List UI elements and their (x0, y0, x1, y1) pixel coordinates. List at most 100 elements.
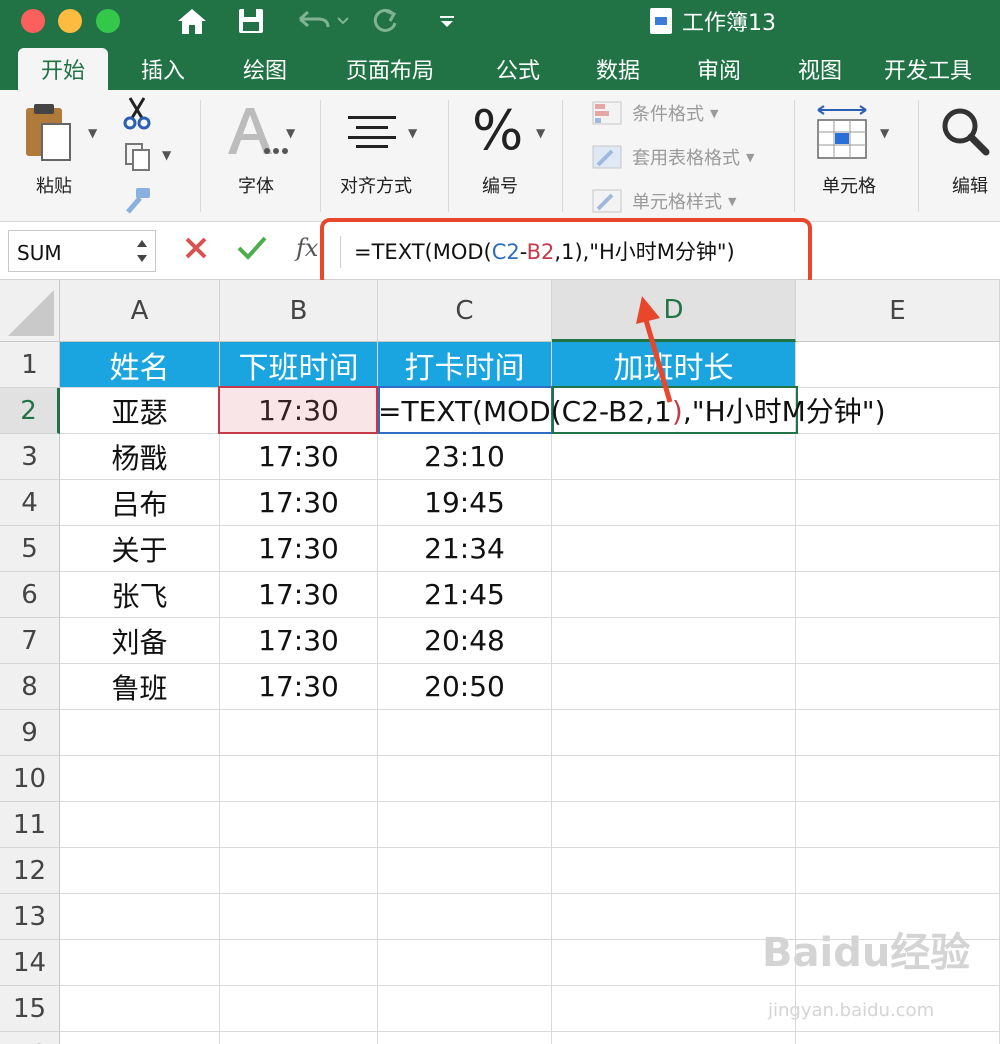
name-box[interactable]: SUM (8, 230, 156, 272)
cell-b13[interactable] (220, 894, 378, 940)
cell-c1[interactable]: 打卡时间 (378, 342, 552, 388)
confirm-formula-icon[interactable] (236, 234, 268, 266)
cell-d6[interactable] (552, 572, 796, 618)
row-header-5[interactable]: 5 (0, 526, 60, 572)
cell-e1[interactable] (796, 342, 1000, 388)
cell-c13[interactable] (378, 894, 552, 940)
tab-formulas[interactable]: 公式 (476, 48, 560, 90)
font-dropdown-icon[interactable]: ▼ (286, 126, 295, 140)
row-header-2[interactable]: 2 (0, 388, 60, 434)
cell-b11[interactable] (220, 802, 378, 848)
cell-d11[interactable] (552, 802, 796, 848)
cell-a3[interactable]: 杨戬 (60, 434, 220, 480)
cut-icon[interactable] (122, 96, 152, 134)
row-header-4[interactable]: 4 (0, 480, 60, 526)
cell-d16[interactable] (552, 1032, 796, 1044)
cell-a8[interactable]: 鲁班 (60, 664, 220, 710)
minimize-window-button[interactable] (58, 9, 82, 33)
cell-e8[interactable] (796, 664, 1000, 710)
name-box-stepper-icon[interactable] (135, 237, 149, 265)
cell-d12[interactable] (552, 848, 796, 894)
row-header-7[interactable]: 7 (0, 618, 60, 664)
more-icon[interactable] (434, 4, 460, 38)
row-header-10[interactable]: 10 (0, 756, 60, 802)
cell-c5[interactable]: 21:34 (378, 526, 552, 572)
format-painter-icon[interactable] (124, 186, 154, 218)
cell-b8[interactable]: 17:30 (220, 664, 378, 710)
conditional-format-button[interactable]: 条件格式 ▼ (592, 100, 718, 126)
cell-e4[interactable] (796, 480, 1000, 526)
cell-d15[interactable] (552, 986, 796, 1032)
maximize-window-button[interactable] (96, 9, 120, 33)
cell-e7[interactable] (796, 618, 1000, 664)
row-header-14[interactable]: 14 (0, 940, 60, 986)
cell-c14[interactable] (378, 940, 552, 986)
row-header-9[interactable]: 9 (0, 710, 60, 756)
edit-button-label[interactable]: 编辑 (952, 172, 988, 198)
close-window-button[interactable] (21, 9, 45, 33)
cell-b16[interactable] (220, 1032, 378, 1044)
cell-c9[interactable] (378, 710, 552, 756)
cell-a5[interactable]: 关于 (60, 526, 220, 572)
cell-b1[interactable]: 下班时间 (220, 342, 378, 388)
row-header-13[interactable]: 13 (0, 894, 60, 940)
copy-icon[interactable] (124, 142, 152, 176)
cell-a15[interactable] (60, 986, 220, 1032)
cell-b12[interactable] (220, 848, 378, 894)
cell-b5[interactable]: 17:30 (220, 526, 378, 572)
save-icon[interactable] (232, 4, 270, 38)
font-button-label[interactable]: 字体 (238, 172, 274, 198)
percent-icon[interactable]: % (472, 104, 523, 158)
cell-e5[interactable] (796, 526, 1000, 572)
cell-d3[interactable] (552, 434, 796, 480)
cell-a9[interactable] (60, 710, 220, 756)
cell-d13[interactable] (552, 894, 796, 940)
cell-b15[interactable] (220, 986, 378, 1032)
cell-e9[interactable] (796, 710, 1000, 756)
cell-c8[interactable]: 20:50 (378, 664, 552, 710)
cell-a1[interactable]: 姓名 (60, 342, 220, 388)
cell-e11[interactable] (796, 802, 1000, 848)
cell-e10[interactable] (796, 756, 1000, 802)
cell-e16[interactable] (796, 1032, 1000, 1044)
cell-d8[interactable] (552, 664, 796, 710)
cell-e12[interactable] (796, 848, 1000, 894)
insert-function-icon[interactable]: fx (296, 234, 318, 262)
cell-d14[interactable] (552, 940, 796, 986)
tab-page-layout[interactable]: 页面布局 (330, 48, 450, 90)
paste-button-label[interactable]: 粘贴 (36, 172, 72, 198)
row-header-11[interactable]: 11 (0, 802, 60, 848)
redo-icon[interactable] (366, 4, 406, 38)
cell-c10[interactable] (378, 756, 552, 802)
tab-review[interactable]: 审阅 (676, 48, 762, 90)
column-header-c[interactable]: C (378, 280, 552, 342)
row-header-8[interactable]: 8 (0, 664, 60, 710)
cell-a13[interactable] (60, 894, 220, 940)
alignment-button-label[interactable]: 对齐方式 (340, 172, 412, 198)
column-header-b[interactable]: B (220, 280, 378, 342)
cell-b4[interactable]: 17:30 (220, 480, 378, 526)
row-header-1[interactable]: 1 (0, 342, 60, 388)
cell-b9[interactable] (220, 710, 378, 756)
cell-b10[interactable] (220, 756, 378, 802)
tab-developer[interactable]: 开发工具 (884, 48, 1000, 90)
cell-style-button[interactable]: 单元格样式 ▼ (592, 188, 736, 214)
paste-icon[interactable] (22, 102, 74, 168)
cell-c4[interactable]: 19:45 (378, 480, 552, 526)
row-header-3[interactable]: 3 (0, 434, 60, 480)
cell-a6[interactable]: 张飞 (60, 572, 220, 618)
cell-a4[interactable]: 吕布 (60, 480, 220, 526)
cell-a16[interactable] (60, 1032, 220, 1044)
home-icon[interactable] (172, 4, 212, 38)
cell-c16[interactable] (378, 1032, 552, 1044)
cell-d9[interactable] (552, 710, 796, 756)
cell-e6[interactable] (796, 572, 1000, 618)
cell-a2[interactable]: 亚瑟 (60, 388, 220, 434)
paste-dropdown-icon[interactable]: ▼ (88, 126, 97, 140)
row-header-12[interactable]: 12 (0, 848, 60, 894)
cells-button-label[interactable]: 单元格 (822, 172, 876, 198)
cell-c11[interactable] (378, 802, 552, 848)
tab-draw[interactable]: 绘图 (222, 48, 308, 90)
cell-d4[interactable] (552, 480, 796, 526)
table-format-button[interactable]: 套用表格格式 ▼ (592, 144, 754, 170)
